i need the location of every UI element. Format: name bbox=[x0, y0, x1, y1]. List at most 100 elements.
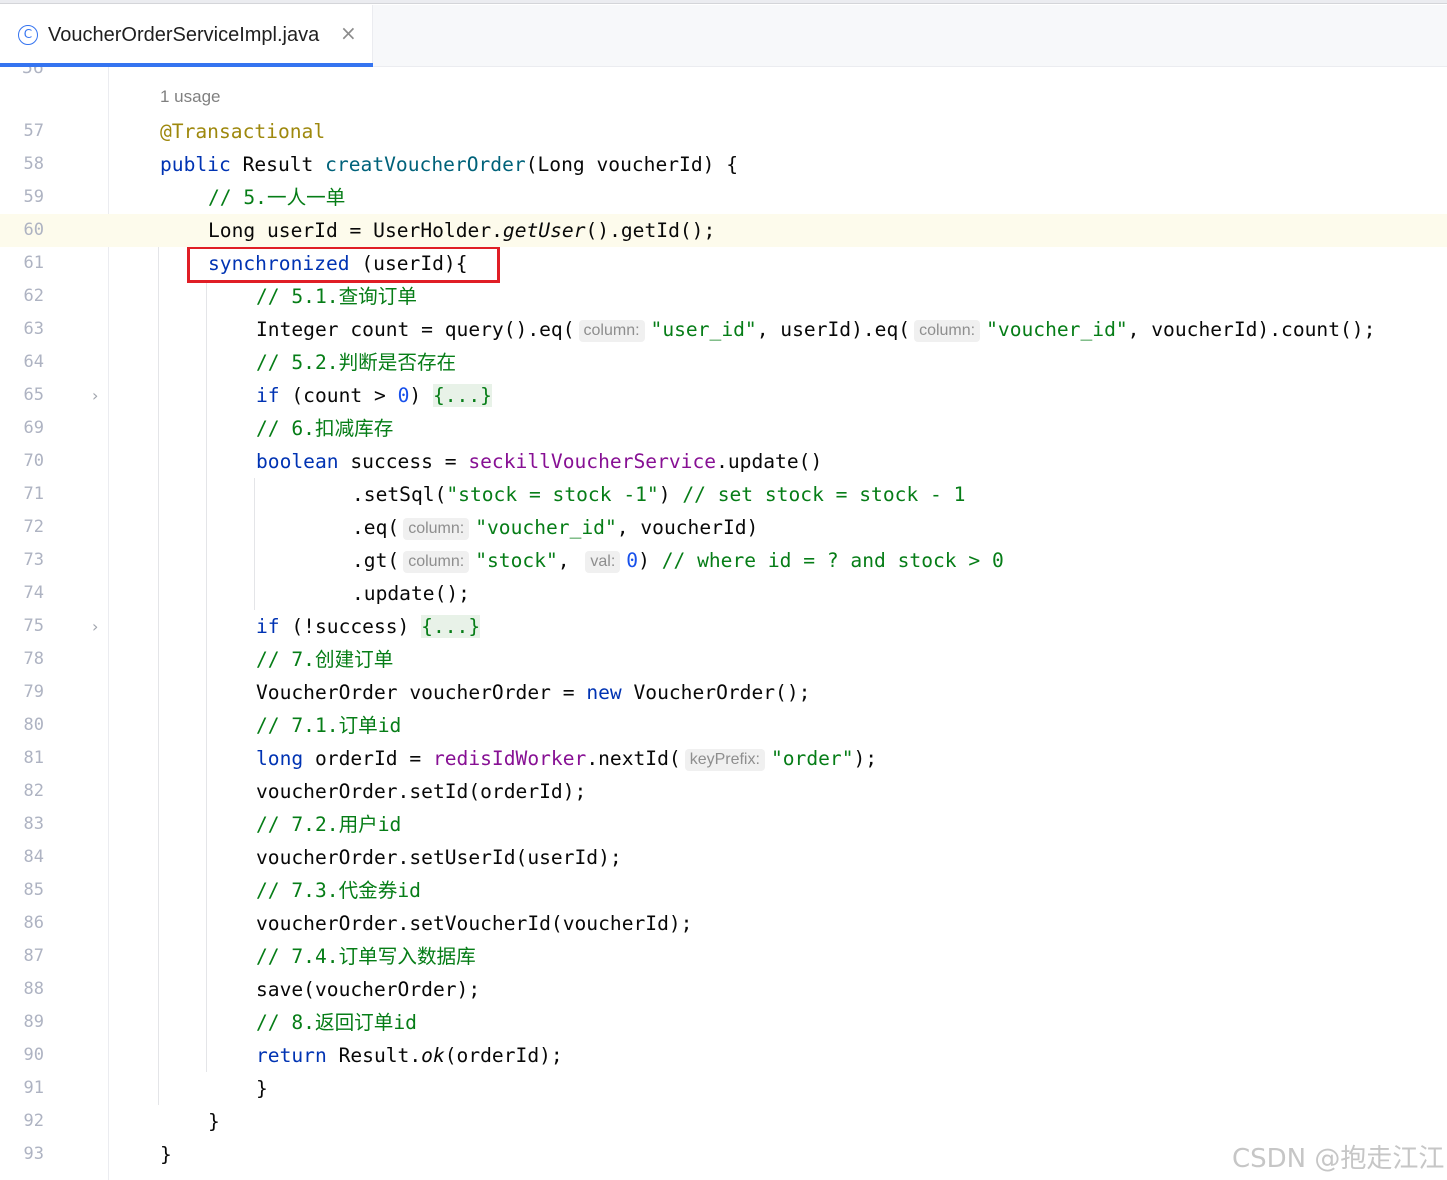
code-text[interactable]: save(voucherOrder); bbox=[256, 973, 480, 1006]
code-text[interactable]: // 7.1.订单id bbox=[256, 709, 401, 742]
code-text[interactable]: // 5.1.查询订单 bbox=[256, 280, 417, 313]
code-line[interactable]: 72 .eq(column: "voucher_id", voucherId) bbox=[0, 511, 1447, 544]
line-number[interactable]: 89 bbox=[0, 1006, 44, 1039]
code-line[interactable]: 89 // 8.返回订单id bbox=[0, 1006, 1447, 1039]
code-text[interactable]: // 7.4.订单写入数据库 bbox=[256, 940, 476, 973]
code-line[interactable]: 81 long orderId = redisIdWorker.nextId(ke… bbox=[0, 742, 1447, 775]
line-number[interactable]: 64 bbox=[0, 346, 44, 379]
code-line[interactable]: 85 // 7.3.代金券id bbox=[0, 874, 1447, 907]
code-text[interactable]: voucherOrder.setUserId(userId); bbox=[256, 841, 622, 874]
code-line[interactable]: 83 // 7.2.用户id bbox=[0, 808, 1447, 841]
code-text[interactable]: // 7.创建订单 bbox=[256, 643, 393, 676]
line-number[interactable]: 86 bbox=[0, 907, 44, 940]
code-line[interactable]: 58 public Result creatVoucherOrder(Long v… bbox=[0, 148, 1447, 181]
code-editor[interactable]: 56 1 usage 57 @Transactional 58 public Resu… bbox=[0, 67, 1447, 1180]
code-text[interactable]: // 5.2.判断是否存在 bbox=[256, 346, 456, 379]
code-line[interactable]: 92} bbox=[0, 1105, 1447, 1138]
code-text[interactable]: } bbox=[208, 1105, 220, 1138]
code-text[interactable]: // 6.扣减库存 bbox=[256, 412, 393, 445]
code-line[interactable]: 84 voucherOrder.setUserId(userId); bbox=[0, 841, 1447, 874]
code-line[interactable]: 71 .setSql("stock = stock -1") // set sto… bbox=[0, 478, 1447, 511]
code-text[interactable]: Integer count = query().eq(column: "user_… bbox=[256, 313, 1375, 346]
code-text[interactable]: } bbox=[256, 1072, 268, 1105]
code-text[interactable]: boolean success = seckillVoucherService.… bbox=[256, 445, 822, 478]
code-line[interactable]: 80 // 7.1.订单id bbox=[0, 709, 1447, 742]
code-text[interactable]: .setSql("stock = stock -1") // set stock… bbox=[352, 478, 965, 511]
line-number[interactable]: 71 bbox=[0, 478, 44, 511]
code-line[interactable]: 91} bbox=[0, 1072, 1447, 1105]
line-number[interactable]: 73 bbox=[0, 544, 44, 577]
code-text[interactable]: public Result creatVoucherOrder(Long vou… bbox=[160, 148, 738, 181]
code-text[interactable]: // 7.3.代金券id bbox=[256, 874, 421, 907]
code-text[interactable]: return Result.ok(orderId); bbox=[256, 1039, 563, 1072]
code-line[interactable]: 75 › if (!success) {...} bbox=[0, 610, 1447, 643]
line-number[interactable]: 90 bbox=[0, 1039, 44, 1072]
code-text[interactable]: if (count > 0) {...} bbox=[256, 379, 492, 412]
code-line[interactable]: 93} bbox=[0, 1138, 1447, 1171]
code-text[interactable]: .gt(column: "stock", val: 0) // where id =… bbox=[352, 544, 1004, 577]
line-number[interactable]: 85 bbox=[0, 874, 44, 907]
code-text[interactable]: .update(); bbox=[352, 577, 470, 610]
line-number[interactable]: 82 bbox=[0, 775, 44, 808]
code-line[interactable]: 88 save(voucherOrder); bbox=[0, 973, 1447, 1006]
code-line[interactable]: 57 @Transactional bbox=[0, 115, 1447, 148]
code-line[interactable]: 69 // 6.扣减库存 bbox=[0, 412, 1447, 445]
line-number[interactable]: 88 bbox=[0, 973, 44, 1006]
code-line[interactable]: 63 Integer count = query().eq(column: "use… bbox=[0, 313, 1447, 346]
code-line[interactable]: 64 // 5.2.判断是否存在 bbox=[0, 346, 1447, 379]
code-line[interactable]: 79 VoucherOrder voucherOrder = new Vouche… bbox=[0, 676, 1447, 709]
code-line[interactable]: 59 // 5.一人一单 bbox=[0, 181, 1447, 214]
line-number[interactable]: 80 bbox=[0, 709, 44, 742]
code-text[interactable]: if (!success) {...} bbox=[256, 610, 481, 643]
code-text[interactable]: voucherOrder.setId(orderId); bbox=[256, 775, 586, 808]
usage-inlay-hint[interactable]: 1 usage bbox=[160, 87, 221, 107]
code-line[interactable]: 82 voucherOrder.setId(orderId); bbox=[0, 775, 1447, 808]
code-line[interactable]: 87 // 7.4.订单写入数据库 bbox=[0, 940, 1447, 973]
line-number[interactable]: 79 bbox=[0, 676, 44, 709]
folded-region[interactable]: {...} bbox=[432, 384, 492, 407]
code-text[interactable]: @Transactional bbox=[160, 115, 325, 148]
line-number[interactable]: 72 bbox=[0, 511, 44, 544]
line-number[interactable]: 74 bbox=[0, 577, 44, 610]
code-text[interactable]: // 7.2.用户id bbox=[256, 808, 401, 841]
code-line[interactable]: 61 synchronized (userId){ bbox=[0, 247, 1447, 280]
code-line[interactable]: 60 Long userId = UserHolder.getUser().get… bbox=[0, 214, 1447, 247]
line-number[interactable]: 93 bbox=[0, 1138, 44, 1171]
line-number[interactable]: 81 bbox=[0, 742, 44, 775]
code-text[interactable]: // 5.一人一单 bbox=[208, 181, 345, 214]
code-text[interactable]: Long userId = UserHolder.getUser().getId… bbox=[208, 214, 715, 247]
line-number[interactable]: 58 bbox=[0, 148, 44, 181]
code-line[interactable]: 86 voucherOrder.setVoucherId(voucherId); bbox=[0, 907, 1447, 940]
fold-chevron-icon[interactable]: › bbox=[92, 610, 98, 643]
code-text[interactable]: voucherOrder.setVoucherId(voucherId); bbox=[256, 907, 692, 940]
code-line[interactable]: 78 // 7.创建订单 bbox=[0, 643, 1447, 676]
code-text[interactable]: VoucherOrder voucherOrder = new VoucherO… bbox=[256, 676, 810, 709]
code-text[interactable]: synchronized (userId){ bbox=[208, 247, 468, 280]
editor-tab-active[interactable]: C VoucherOrderServiceImpl.java × bbox=[0, 5, 373, 67]
line-number[interactable]: 91 bbox=[0, 1072, 44, 1105]
line-number[interactable]: 63 bbox=[0, 313, 44, 346]
line-number[interactable]: 75 bbox=[0, 610, 44, 643]
line-number[interactable]: 92 bbox=[0, 1105, 44, 1138]
code-line[interactable]: 74 .update(); bbox=[0, 577, 1447, 610]
code-text[interactable]: } bbox=[160, 1138, 172, 1171]
folded-region[interactable]: {...} bbox=[421, 615, 481, 638]
line-number[interactable]: 83 bbox=[0, 808, 44, 841]
code-text[interactable]: long orderId = redisIdWorker.nextId(keyP… bbox=[256, 742, 877, 775]
line-number[interactable]: 84 bbox=[0, 841, 44, 874]
line-number[interactable]: 87 bbox=[0, 940, 44, 973]
line-number[interactable]: 70 bbox=[0, 445, 44, 478]
code-line[interactable]: 70 boolean success = seckillVoucherServic… bbox=[0, 445, 1447, 478]
code-line[interactable]: 90 return Result.ok(orderId); bbox=[0, 1039, 1447, 1072]
code-line[interactable]: 73 .gt(column: "stock", val: 0) // where id… bbox=[0, 544, 1447, 577]
code-line[interactable]: 65 › if (count > 0) {...} bbox=[0, 379, 1447, 412]
code-text[interactable]: // 8.返回订单id bbox=[256, 1006, 417, 1039]
line-number[interactable]: 62 bbox=[0, 280, 44, 313]
line-number[interactable]: 65 bbox=[0, 379, 44, 412]
line-number[interactable]: 78 bbox=[0, 643, 44, 676]
code-line[interactable]: 62 // 5.1.查询订单 bbox=[0, 280, 1447, 313]
line-number[interactable]: 61 bbox=[0, 247, 44, 280]
close-icon[interactable]: × bbox=[340, 21, 357, 45]
line-number[interactable]: 60 bbox=[0, 214, 44, 247]
code-text[interactable]: .eq(column: "voucher_id", voucherId) bbox=[352, 511, 758, 544]
